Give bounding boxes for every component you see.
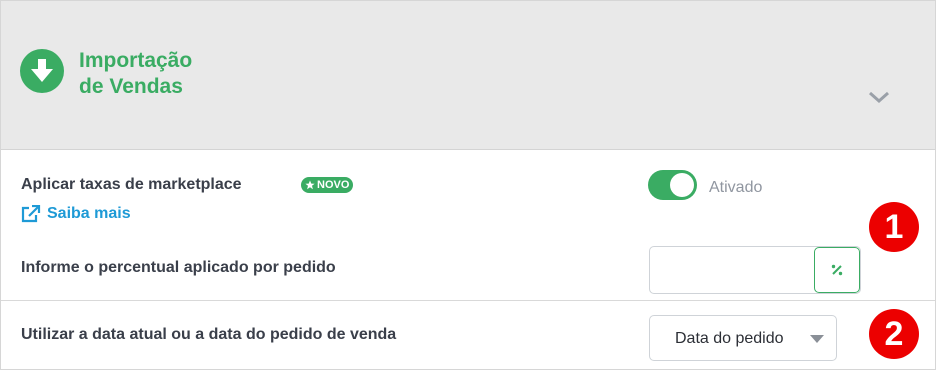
percent-icon[interactable] <box>814 247 860 293</box>
percentage-label: Informe o percentual aplicado por pedido <box>21 259 336 276</box>
marker-badge-1: 1 <box>869 202 919 252</box>
percentage-input-group <box>649 246 861 294</box>
external-link-icon <box>21 205 41 223</box>
section-divider <box>1 300 935 301</box>
section-title-line2: de Vendas <box>79 75 183 98</box>
star-icon <box>305 180 315 190</box>
download-arrow-icon <box>20 49 64 93</box>
learn-more-text: Saiba mais <box>47 205 131 222</box>
section-title-line1: Importação <box>79 49 193 72</box>
import-sales-panel: Importação de Vendas Aplicar taxas de ma… <box>0 0 936 370</box>
date-option-select[interactable]: Data do pedido <box>649 315 837 361</box>
percentage-input[interactable] <box>650 247 830 293</box>
marketplace-fees-label: Aplicar taxas de marketplace <box>21 176 242 193</box>
marker-badge-2: 2 <box>869 309 919 359</box>
date-option-selected: Data do pedido <box>675 330 784 347</box>
chevron-down-icon[interactable] <box>867 89 891 105</box>
new-badge: NOVO <box>301 177 354 193</box>
date-option-label: Utilizar a data atual ou a data do pedid… <box>21 326 397 343</box>
section-title: Importação de Vendas <box>79 48 192 100</box>
caret-down-icon <box>810 335 824 343</box>
new-badge-text: NOVO <box>317 179 350 191</box>
marketplace-fees-toggle[interactable] <box>648 170 697 200</box>
toggle-status-label: Ativado <box>709 179 763 196</box>
toggle-knob <box>670 173 694 197</box>
panel-header[interactable]: Importação de Vendas <box>1 1 935 150</box>
learn-more-link[interactable]: Saiba mais <box>21 205 131 223</box>
